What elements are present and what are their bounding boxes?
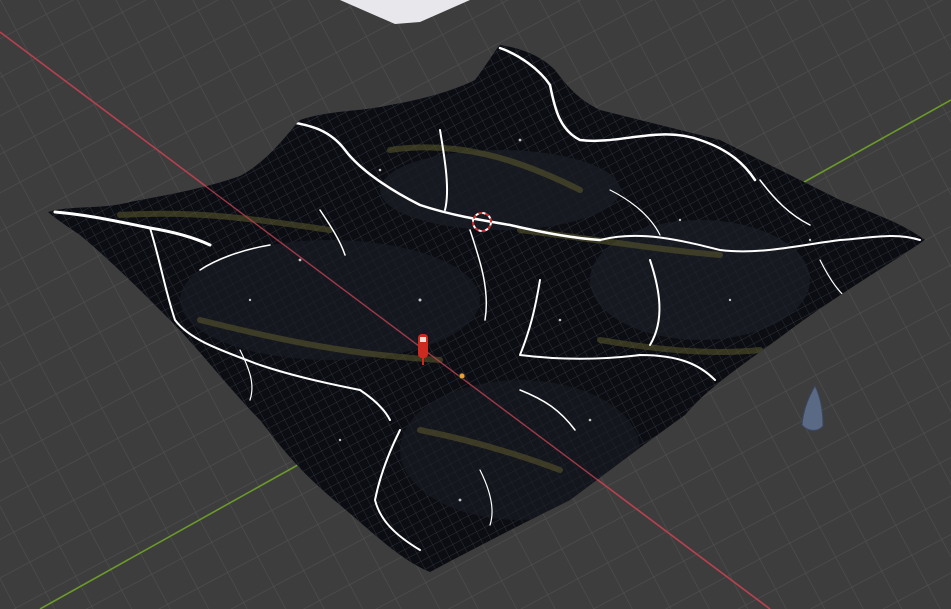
- object-origin[interactable]: [458, 372, 466, 380]
- 3d-viewport[interactable]: [0, 0, 951, 609]
- viewport-scene[interactable]: [0, 0, 951, 609]
